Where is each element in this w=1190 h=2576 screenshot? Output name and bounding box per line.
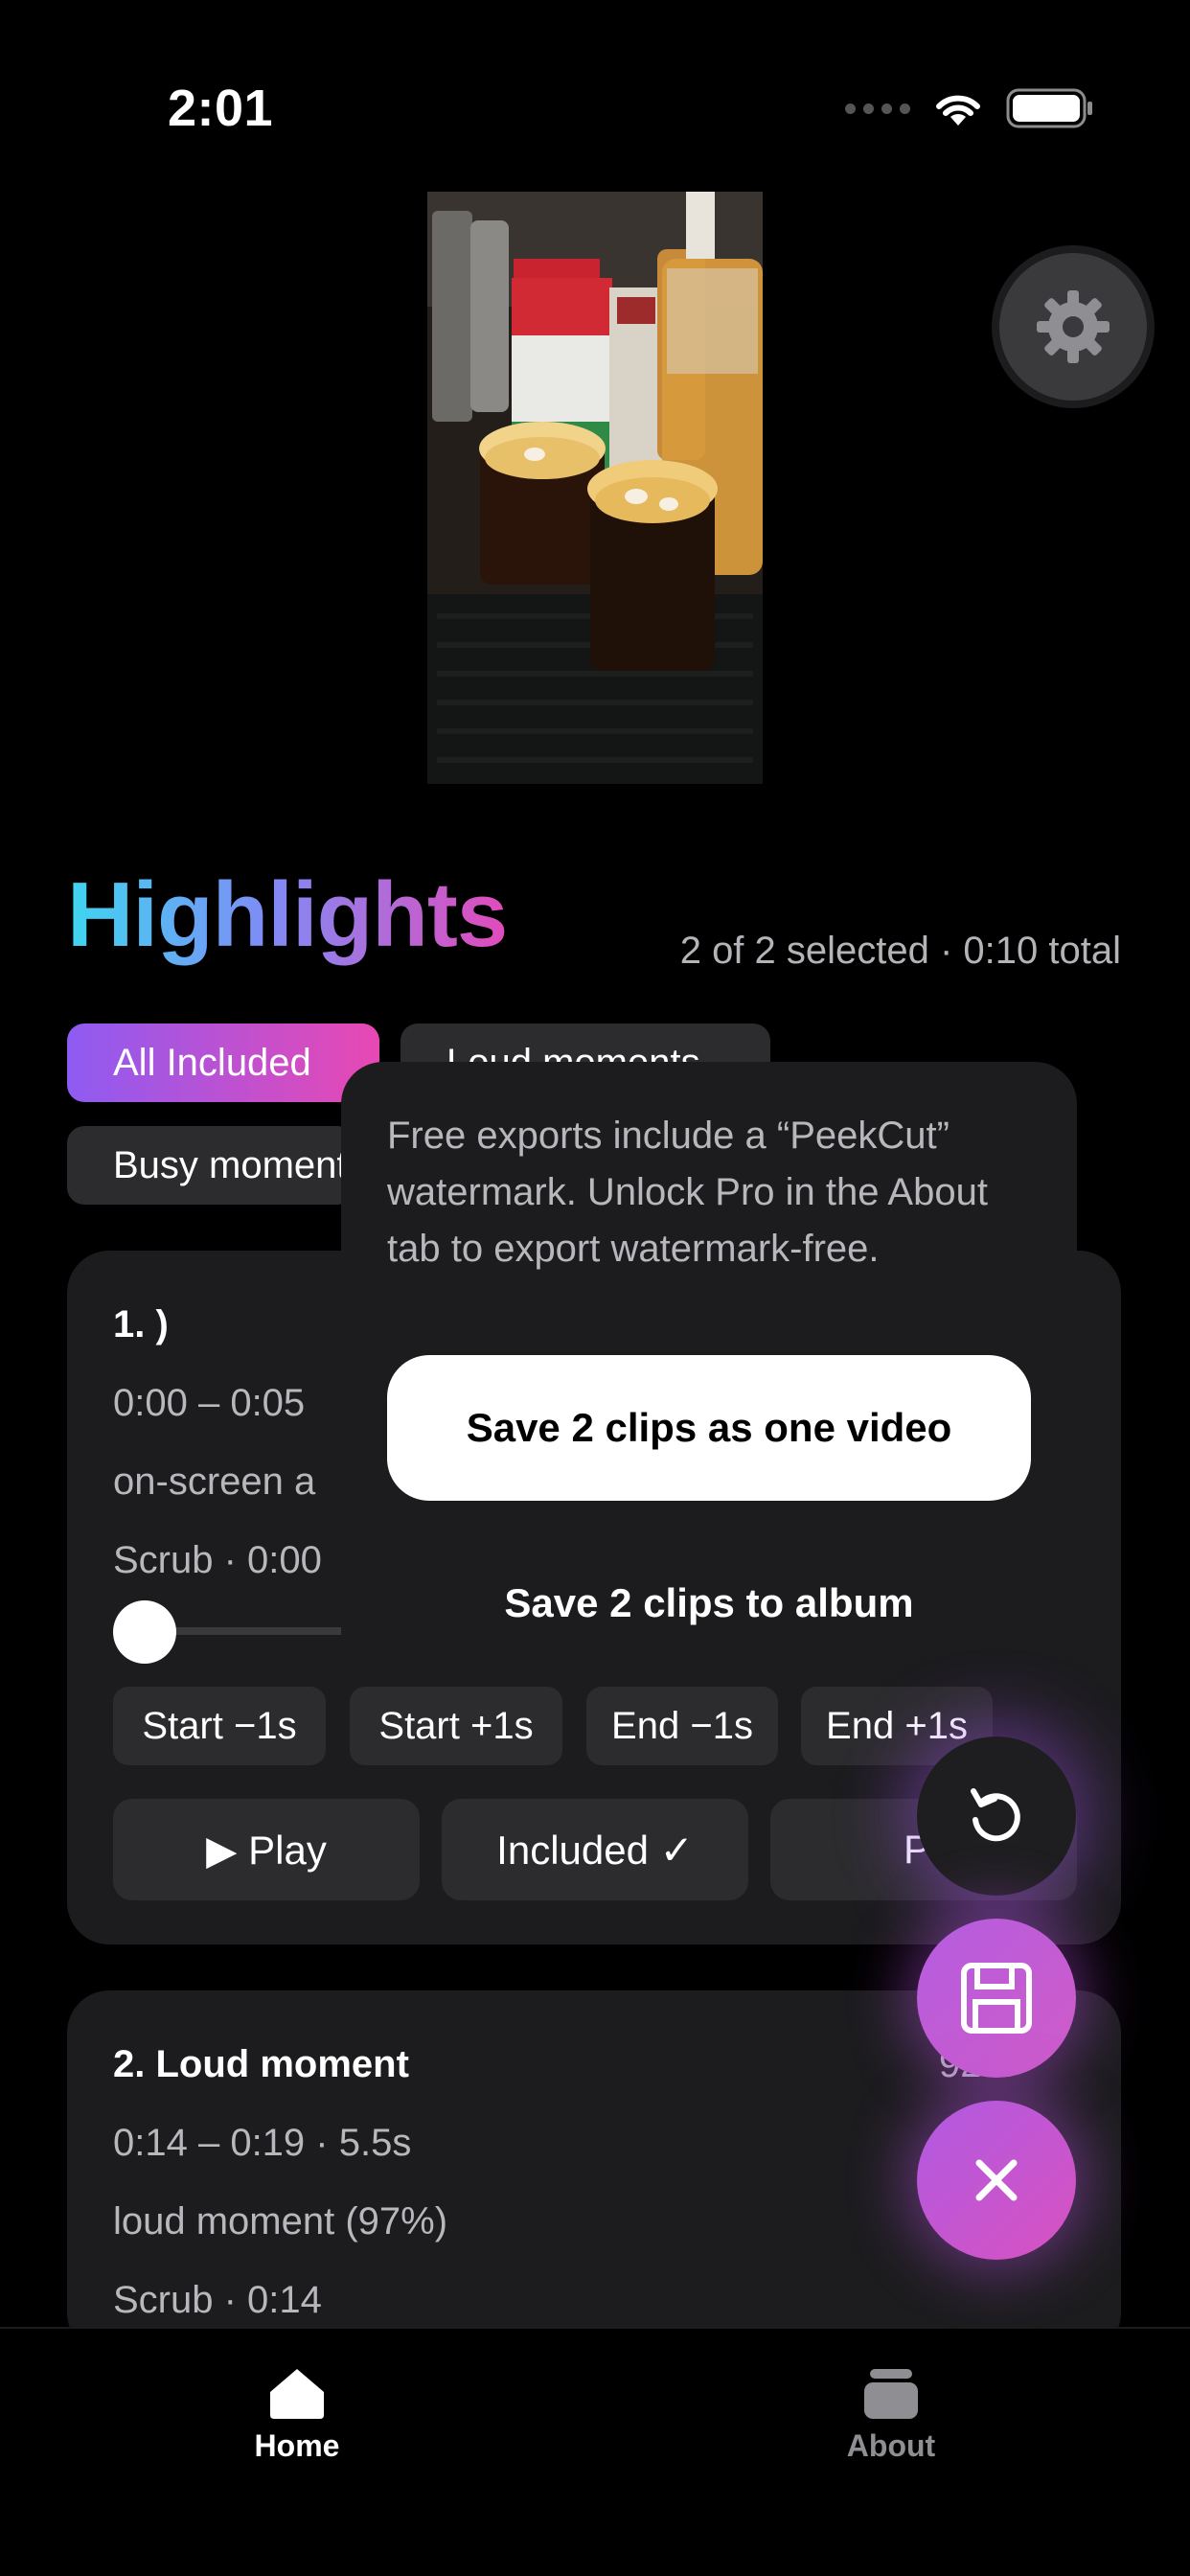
- tab-home[interactable]: Home: [153, 2367, 441, 2464]
- status-icons: [845, 88, 1094, 128]
- selection-summary: 2 of 2 selected · 0:10 total: [679, 930, 1121, 972]
- battery-icon: [1006, 88, 1092, 128]
- filter-chip-busy-moments[interactable]: Busy moments: [67, 1126, 355, 1205]
- reset-button[interactable]: [917, 1736, 1076, 1896]
- page-title: Highlights: [67, 863, 508, 966]
- cellular-signal-icon: [845, 103, 910, 114]
- clip-time-range: 0:14 – 0:19 · 5.5s: [113, 2122, 412, 2164]
- floppy-disk-icon: [961, 1963, 1032, 2034]
- clip-scrub-label: Scrub · 0:00: [113, 1539, 322, 1581]
- tab-about-label: About: [846, 2428, 936, 2463]
- watermark-notice: Free exports include a “PeekCut” waterma…: [387, 1115, 988, 1270]
- close-button[interactable]: [917, 2101, 1076, 2260]
- status-time: 2:01: [168, 80, 274, 137]
- clip-time-range: 0:00 – 0:05: [113, 1382, 306, 1424]
- play-button[interactable]: ▶ Play: [113, 1799, 420, 1900]
- clip-reason: on-screen a: [113, 1460, 316, 1503]
- rotate-ccw-icon: [971, 1788, 1020, 1842]
- save-as-one-video-button[interactable]: Save 2 clips as one video: [387, 1355, 1031, 1501]
- end-minus-1s-button[interactable]: End −1s: [586, 1687, 778, 1765]
- save-button[interactable]: [917, 1919, 1076, 2078]
- start-plus-1s-button[interactable]: Start +1s: [350, 1687, 562, 1765]
- tab-bar: Home About: [0, 2327, 1190, 2576]
- about-icon: [864, 2369, 918, 2419]
- clip-title: 1. ): [113, 1303, 169, 1346]
- tab-about[interactable]: About: [747, 2367, 1035, 2464]
- tab-home-label: Home: [254, 2428, 340, 2463]
- save-to-album-button[interactable]: Save 2 clips to album: [387, 1551, 1031, 1656]
- scrub-slider-thumb[interactable]: [113, 1600, 176, 1664]
- video-frame-image: [427, 192, 763, 784]
- close-icon: [975, 2159, 1018, 2201]
- export-popover: Free exports include a “PeekCut” waterma…: [341, 1062, 1077, 1675]
- video-thumbnail[interactable]: [427, 192, 763, 784]
- clip-reason: loud moment (97%): [113, 2200, 448, 2242]
- filter-chip-all-included[interactable]: All Included: [67, 1024, 379, 1102]
- home-icon: [270, 2369, 324, 2419]
- clip-scrub-label: Scrub · 0:14: [113, 2279, 322, 2321]
- settings-button[interactable]: [999, 253, 1147, 401]
- gear-icon: [1037, 290, 1110, 363]
- wifi-icon: [936, 95, 980, 126]
- start-minus-1s-button[interactable]: Start −1s: [113, 1687, 326, 1765]
- included-toggle[interactable]: Included ✓: [442, 1799, 748, 1900]
- clip-title: 2. Loud moment: [113, 2043, 409, 2085]
